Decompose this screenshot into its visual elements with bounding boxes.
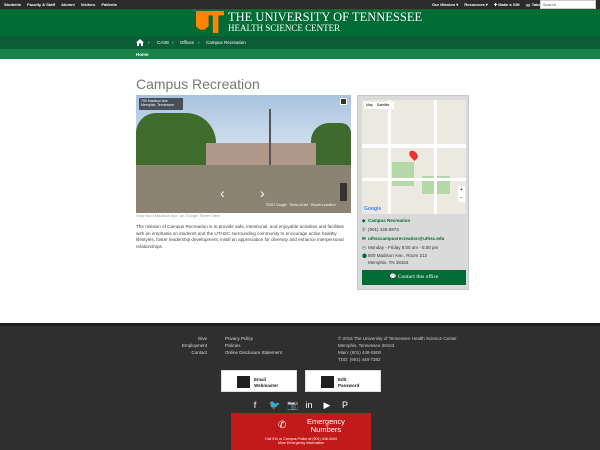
footer-give-link[interactable]: Give — [182, 335, 207, 342]
key-icon — [321, 376, 334, 388]
edit-password-button[interactable]: Edit Password — [305, 370, 381, 392]
top-utility-bar: Students Faculty & Staff Alumni Visitors… — [0, 0, 600, 9]
footer-city: Memphis, Tennessee 38163 — [338, 343, 395, 348]
home-icon[interactable] — [136, 39, 144, 46]
instagram-icon[interactable]: 📷 — [287, 400, 298, 411]
footer-col-2: Privacy Policy Policies Online Disclosur… — [225, 335, 282, 356]
logo-line-1: THE UNIVERSITY OF TENNESSEE — [228, 10, 423, 24]
footer-tdd-phone: TDD: (901) 448-7382 — [338, 357, 381, 362]
breadcrumb-case[interactable]: CASE — [157, 40, 169, 45]
phone-icon: ✆ — [278, 420, 287, 431]
footer-copyright: © 2016 The University of Tennessee Healt… — [338, 336, 457, 341]
site-header: THE UNIVERSITY OF TENNESSEE HEALTH SCIEN… — [0, 9, 600, 36]
logo-line-2: HEALTH SCIENCE CENTER — [228, 23, 341, 33]
office-map[interactable]: Map Satellite + − Google — [362, 100, 466, 214]
footer-privacy-link[interactable]: Privacy Policy — [225, 335, 282, 342]
map-type-tabs: Map Satellite — [364, 102, 394, 109]
linkedin-icon[interactable]: in — [305, 400, 313, 411]
email-webmaster-button[interactable]: Email Webmaster — [221, 370, 297, 392]
footer-employment-link[interactable]: Employment — [182, 342, 207, 349]
fullscreen-icon[interactable] — [340, 98, 347, 105]
office-phone: ✆ (901) 448-5973 — [362, 227, 399, 232]
street-view-footer: ©2017 Google · Terms of Use · Report a p… — [266, 203, 336, 207]
link-alumni[interactable]: Alumni — [61, 2, 75, 7]
breadcrumb-sep: › — [172, 40, 174, 45]
satellite-tab[interactable]: Satellite — [377, 103, 389, 108]
breadcrumb-sep: › — [148, 40, 150, 45]
office-address: ⬤800 Madison Ave., Room 212 — [362, 253, 427, 258]
map-tab[interactable]: Map — [366, 103, 373, 108]
breadcrumb-current: Campus Recreation — [206, 40, 246, 45]
office-email: ✉ uthsccampusrecreation@uthsc.edu — [362, 236, 445, 241]
twitter-icon[interactable]: 🐦 — [269, 400, 280, 411]
youtube-icon[interactable]: ▶ — [323, 400, 331, 411]
sub-nav: Home — [0, 49, 600, 59]
make-gift-link[interactable]: ✚ Make a Gift — [494, 2, 520, 7]
facebook-icon[interactable]: f — [251, 400, 259, 411]
resources-menu[interactable]: Resources ▾ — [464, 2, 488, 7]
breadcrumb-offices[interactable]: Offices — [180, 40, 194, 45]
office-description: The mission of Campus Recreation is to p… — [136, 224, 344, 250]
google-logo: Google — [364, 206, 382, 212]
link-visitors[interactable]: Visitors — [81, 2, 96, 7]
footer-col-1: Give Employment Contact — [182, 335, 207, 356]
pegman-zoom-icon[interactable] — [340, 183, 347, 201]
pan-left-icon[interactable]: ‹ — [220, 185, 225, 201]
footer-policies-link[interactable]: Policies — [225, 342, 282, 349]
street-view-caption: View from Madison Ave. on Google Street … — [136, 213, 220, 218]
our-mission-menu[interactable]: Our Mission ▾ — [432, 2, 458, 7]
pinterest-icon[interactable]: P — [341, 400, 349, 411]
emergency-title: Emergency Numbers — [307, 417, 345, 434]
footer-col-3: © 2016 The University of Tennessee Healt… — [338, 335, 457, 363]
utility-links: Our Mission ▾ Resources ▾ ✚ Make a Gift … — [432, 2, 554, 7]
office-hours: ◷ Monday - Friday 8:00 am - 5:00 pm — [362, 245, 439, 250]
ut-logo[interactable]: THE UNIVERSITY OF TENNESSEE HEALTH SCIEN… — [196, 11, 422, 33]
ut-mark-icon — [196, 11, 224, 33]
envelope-icon — [237, 376, 250, 388]
footer-disclosure-link[interactable]: Online Disclosure Statement — [225, 349, 282, 356]
map-pin-icon[interactable] — [407, 148, 420, 162]
breadcrumb-sep: › — [198, 40, 200, 45]
page-title: Campus Recreation — [136, 76, 260, 92]
street-view[interactable]: 709 Madison Ave Memphis, Tennessee ‹ › ©… — [136, 95, 351, 213]
building-image — [206, 143, 316, 165]
office-name: ◆ Campus Recreation — [362, 218, 411, 223]
emergency-numbers-button[interactable]: ✆ Emergency Numbers Call 911 or Campus Po… — [231, 413, 371, 450]
office-info-card: Map Satellite + − Google ◆ Campus Recreati… — [357, 95, 469, 290]
zoom-control-icon[interactable]: + − — [458, 186, 465, 202]
search-input[interactable]: Search — [540, 0, 596, 9]
nav-home[interactable]: Home — [136, 52, 149, 57]
link-students[interactable]: Students — [4, 2, 21, 7]
contact-office-button[interactable]: 💬 Contact this office — [362, 270, 466, 285]
street-view-address: 709 Madison Ave Memphis, Tennessee — [139, 98, 183, 110]
link-faculty-staff[interactable]: Faculty & Staff — [27, 2, 55, 7]
office-address-line2: Memphis, TN 38163 — [368, 260, 409, 265]
emergency-info: Call 911 or Campus Police at (901) 448-4… — [265, 437, 337, 445]
audience-links: Students Faculty & Staff Alumni Visitors… — [4, 2, 117, 7]
link-patients[interactable]: Patients — [101, 2, 117, 7]
footer-contact-link[interactable]: Contact — [182, 349, 207, 356]
social-links: f 🐦 📷 in ▶ P — [251, 400, 349, 411]
footer-main-phone: Main: (901) 448-5500 — [338, 350, 382, 355]
breadcrumb: › CASE › Offices › Campus Recreation — [0, 36, 600, 49]
pan-right-icon[interactable]: › — [260, 185, 265, 201]
